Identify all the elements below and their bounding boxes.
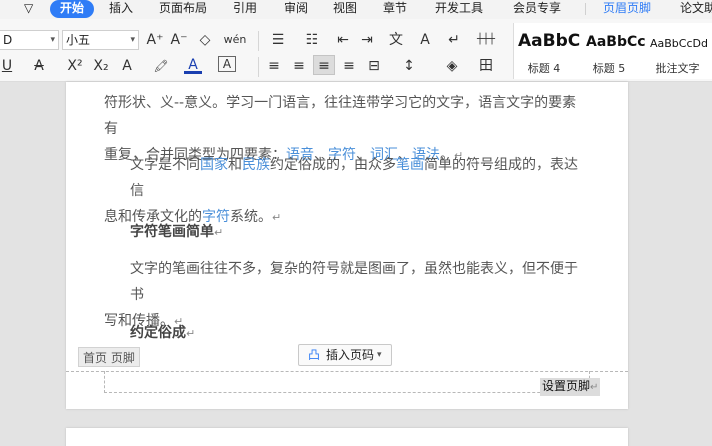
align-left-icon[interactable]: ≡ xyxy=(265,56,283,76)
text-line: 文字的笔画往往不多，复杂的符号就是图画了，虽然也能表义，但不便于书 xyxy=(130,261,578,303)
numbering-icon[interactable]: ☷ xyxy=(299,30,325,50)
subscript-icon[interactable]: X₂ xyxy=(90,56,112,76)
tab-start[interactable]: 开始 xyxy=(50,0,95,18)
shrink-font-icon[interactable]: A⁻ xyxy=(170,30,188,50)
link-nation[interactable]: 民族 xyxy=(242,157,270,173)
insert-page-number-label: 插入页码 xyxy=(326,348,375,362)
style-preview: AaBbCcDd xyxy=(650,37,708,50)
justify-icon[interactable]: ≡ xyxy=(340,56,358,76)
style-preview: AaBbCc xyxy=(586,34,646,50)
font-size-value: 小五 xyxy=(66,33,91,47)
tab-references[interactable]: 引用 xyxy=(233,0,257,18)
tab-divider xyxy=(585,3,586,15)
underline-icon[interactable]: U xyxy=(0,56,14,76)
tab-view[interactable]: 视图 xyxy=(333,0,357,18)
toolbar-divider xyxy=(258,31,259,51)
tab-page-layout[interactable]: 页面布局 xyxy=(159,0,207,18)
ruler-icon[interactable]: ┼┼┼ xyxy=(474,30,498,50)
tab-review[interactable]: 审阅 xyxy=(284,0,308,18)
strikethrough-icon[interactable]: A xyxy=(30,56,48,76)
style-label: 批注文字 xyxy=(655,62,700,75)
borders-icon[interactable]: 田 xyxy=(474,56,498,76)
chinese-layout-icon[interactable]: 文 xyxy=(383,30,409,50)
char-border-icon[interactable]: A xyxy=(218,56,236,72)
shading-icon[interactable]: ◈ xyxy=(440,56,464,76)
ribbon-toolbar: D ▾ 小五 ▾ A⁺ A⁻ ◇ wén ☰ ☷ ⇤ ⇥ 文 A ↵ ┼┼┼ U… xyxy=(0,19,712,82)
heading-text: 字符笔画简单 xyxy=(130,224,214,240)
clear-format-icon[interactable]: ◇ xyxy=(196,30,214,50)
chevron-down-icon: ▾ xyxy=(50,35,55,45)
tab-thesis[interactable]: 论文助 xyxy=(680,0,712,18)
paragraph-mark-icon: ↵ xyxy=(214,226,224,239)
text-direction-icon[interactable]: A xyxy=(415,30,435,50)
text-effect-icon[interactable]: A xyxy=(116,56,138,76)
style-preview: AaBbC xyxy=(518,31,581,51)
set-footer-label: 设置页脚 xyxy=(542,379,591,393)
document-page-next[interactable] xyxy=(66,428,628,446)
footer-label-tag: 首页 页脚 xyxy=(78,347,140,367)
tab-vip[interactable]: 会员专享 xyxy=(513,0,561,18)
tab-chapter[interactable]: 章节 xyxy=(383,0,407,18)
highlight-icon[interactable]: 🖍 xyxy=(150,56,172,76)
link-stroke[interactable]: 笔画 xyxy=(396,157,424,173)
phonetic-guide-icon[interactable]: wén xyxy=(220,30,250,50)
page-number-icon: 凸 xyxy=(308,348,321,362)
style-label: 标题 5 xyxy=(592,62,626,75)
style-gallery: AaBbC 标题 4 AaBbCc 标题 5 AaBbCcDd 批注文字 xyxy=(513,23,712,79)
paragraph-mark-icon: ↵ xyxy=(186,327,196,340)
style-heading-4[interactable]: AaBbC 标题 4 xyxy=(518,23,586,79)
font-color-icon[interactable]: A xyxy=(184,56,202,74)
chevron-down-icon: ▾ xyxy=(130,35,135,45)
font-name-value: D xyxy=(3,33,13,47)
bullets-icon[interactable]: ☰ xyxy=(265,30,291,50)
superscript-icon[interactable]: X² xyxy=(64,56,86,76)
paragraph-mark-icon: ↵ xyxy=(272,211,282,224)
text-line: 符形状、义--意义。学习一门语言，往往连带学习它的文字，语言文字的要素有 xyxy=(104,95,577,137)
footer-edit-area[interactable] xyxy=(104,371,590,393)
text-run: 约定俗成的，由众多 xyxy=(270,157,396,173)
indent-icon[interactable]: ⇥ xyxy=(357,30,377,50)
paragraph-2[interactable]: 文字是不同国家和民族约定俗成的，由众多笔画简单的符号组成的，表达信 息和传承文化… xyxy=(104,152,590,231)
style-comment-text[interactable]: AaBbCcDd 批注文字 xyxy=(650,23,712,79)
text-run: 和 xyxy=(228,157,242,173)
set-footer-text[interactable]: 设置页脚↵ xyxy=(540,378,601,396)
text-run: 系统。 xyxy=(230,209,272,225)
heading-text: 约定俗成 xyxy=(130,325,186,341)
link-country[interactable]: 国家 xyxy=(200,157,228,173)
ribbon-tab-bar: ▽ 开始 插入 页面布局 引用 审阅 视图 章节 开发工具 会员专享 页眉页脚 … xyxy=(0,0,712,19)
text-line: 文字是不同国家和民族约定俗成的，由众多笔画简单的符号组成的，表达信 xyxy=(104,152,590,204)
align-right-icon[interactable]: ≡ xyxy=(313,55,335,75)
outdent-icon[interactable]: ⇤ xyxy=(333,30,353,50)
style-label: 标题 4 xyxy=(527,62,561,75)
toolbar-divider xyxy=(258,57,259,77)
section-heading-2[interactable]: 约定俗成↵ xyxy=(130,322,195,342)
chevron-down-icon: ▾ xyxy=(377,350,382,360)
line-spacing-icon[interactable]: ↕ xyxy=(397,56,421,76)
grow-font-icon[interactable]: A⁺ xyxy=(146,30,164,50)
style-heading-5[interactable]: AaBbCc 标题 5 xyxy=(586,23,648,79)
show-marks-icon[interactable]: ↵ xyxy=(441,30,467,50)
text-run: 文字是不同 xyxy=(130,157,200,173)
tab-developer[interactable]: 开发工具 xyxy=(435,0,483,18)
tab-header-footer[interactable]: 页眉页脚 xyxy=(603,0,651,18)
distributed-align-icon[interactable]: ⊟ xyxy=(365,56,383,76)
align-center-icon[interactable]: ≡ xyxy=(290,56,308,76)
section-heading-1[interactable]: 字符笔画简单↵ xyxy=(130,221,223,241)
insert-page-number-button[interactable]: 凸 插入页码 ▾ xyxy=(298,344,392,366)
font-name-select[interactable]: D ▾ xyxy=(0,30,59,50)
font-size-select[interactable]: 小五 ▾ xyxy=(62,30,139,50)
paragraph-mark-icon: ↵ xyxy=(590,382,599,393)
tab-insert[interactable]: 插入 xyxy=(109,0,133,18)
tab-dropdown-icon[interactable]: ▽ xyxy=(24,0,33,18)
